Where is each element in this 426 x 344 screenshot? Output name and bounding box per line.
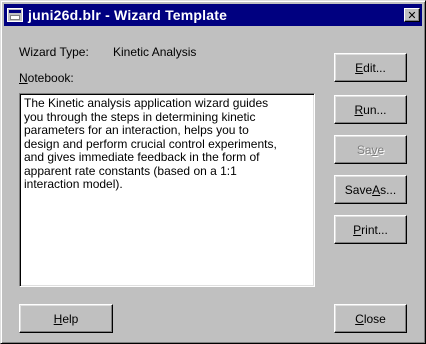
help-button[interactable]: Help <box>19 304 113 333</box>
close-window-button[interactable]: ✕ <box>404 8 420 22</box>
close-icon: ✕ <box>407 8 417 22</box>
save-as-button[interactable]: Save As... <box>334 175 407 204</box>
close-button[interactable]: Close <box>334 304 407 333</box>
window-title: juni26d.blr - Wizard Template <box>28 7 228 23</box>
run-button[interactable]: Run... <box>334 95 407 124</box>
notebook-text-area[interactable]: The Kinetic analysis application wizard … <box>19 93 315 287</box>
edit-button[interactable]: Edit... <box>334 53 407 82</box>
print-button[interactable]: Print... <box>334 215 407 244</box>
wizard-type-label: Wizard Type: <box>19 45 89 59</box>
title-bar[interactable]: juni26d.blr - Wizard Template ✕ <box>4 4 422 26</box>
wizard-app-icon[interactable] <box>7 8 23 22</box>
save-button[interactable]: Sa v e <box>334 135 407 164</box>
notebook-label: Notebook: <box>19 71 74 85</box>
wizard-template-window: juni26d.blr - Wizard Template ✕ Wizard T… <box>0 0 426 344</box>
wizard-type-value: Kinetic Analysis <box>113 45 197 59</box>
